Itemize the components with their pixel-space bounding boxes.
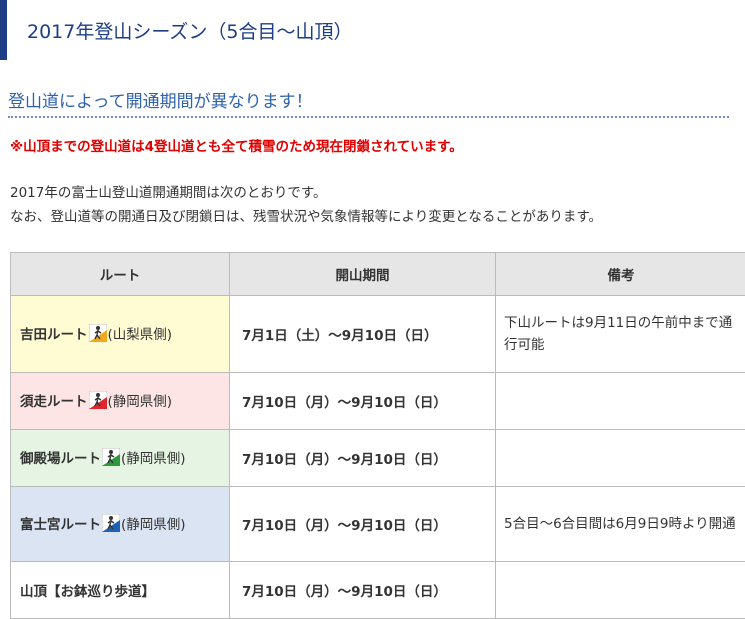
route-name: 吉田ルート <box>20 327 88 343</box>
period-cell: 7月1日（土）～9月10日（日） <box>230 296 496 373</box>
route-schedule-table: ルート 開山期間 備考 吉田ルート (山梨県側) 7月1日（土）～9月10日（日）… <box>10 252 745 619</box>
closure-warning: ※山頂までの登山道は4登山道とも全て積雪のため現在閉鎖されています。 <box>10 135 463 155</box>
notice-paragraph: なお、登山道等の開通日及び閉鎖日は、残雪状況や気象情報等により変更となることがあ… <box>10 205 602 225</box>
header-period: 開山期間 <box>230 253 496 296</box>
red-route-icon <box>89 391 107 413</box>
note-cell <box>496 430 745 487</box>
prefecture-label: (山梨県側) <box>108 327 173 343</box>
table-row: 富士宮ルート (静岡県側) 7月10日（月）～9月10日（日） 5合目～6合目間は… <box>11 487 745 562</box>
route-cell: 山頂【お鉢巡り歩道】 <box>11 562 230 619</box>
header-note: 備考 <box>496 253 745 296</box>
route-cell: 富士宮ルート (静岡県側) <box>11 487 230 562</box>
route-cell: 御殿場ルート (静岡県側) <box>11 430 230 487</box>
table-row: 御殿場ルート (静岡県側) 7月10日（月）～9月10日（日） <box>11 430 745 487</box>
note-cell <box>496 373 745 430</box>
intro-paragraph: 2017年の富士山登山道開通期間は次のとおりです。 <box>10 181 327 201</box>
prefecture-label: (静岡県側) <box>121 517 186 533</box>
period-cell: 7月10日（月）～9月10日（日） <box>230 487 496 562</box>
table-row: 須走ルート (静岡県側) 7月10日（月）～9月10日（日） <box>11 373 745 430</box>
yellow-route-icon <box>89 324 107 346</box>
section-title: 2017年登山シーズン（5合目～山頂） <box>0 0 745 60</box>
green-route-icon <box>102 448 120 470</box>
table-row: 吉田ルート (山梨県側) 7月1日（土）～9月10日（日） 下山ルートは9月11日… <box>11 296 745 373</box>
route-cell: 須走ルート (静岡県側) <box>11 373 230 430</box>
route-name: 富士宮ルート <box>20 517 101 533</box>
table-row: 山頂【お鉢巡り歩道】 7月10日（月）～9月10日（日） <box>11 562 745 619</box>
subtitle: 登山道によって開通期間が異なります！ <box>8 86 729 118</box>
header-route: ルート <box>11 253 230 296</box>
period-cell: 7月10日（月）～9月10日（日） <box>230 373 496 430</box>
route-cell: 吉田ルート (山梨県側) <box>11 296 230 373</box>
route-name: 御殿場ルート <box>20 451 101 467</box>
blue-route-icon <box>102 514 120 536</box>
prefecture-label: (静岡県側) <box>108 394 173 410</box>
table-header-row: ルート 開山期間 備考 <box>11 253 745 296</box>
note-cell: 5合目～6合目間は6月9日9時より開通 <box>496 487 745 562</box>
note-cell <box>496 562 745 619</box>
route-name: 山頂【お鉢巡り歩道】 <box>20 584 155 600</box>
route-name: 須走ルート <box>20 394 88 410</box>
period-cell: 7月10日（月）～9月10日（日） <box>230 562 496 619</box>
note-cell: 下山ルートは9月11日の午前中まで通行可能 <box>496 296 745 373</box>
prefecture-label: (静岡県側) <box>121 451 186 467</box>
period-cell: 7月10日（月）～9月10日（日） <box>230 430 496 487</box>
